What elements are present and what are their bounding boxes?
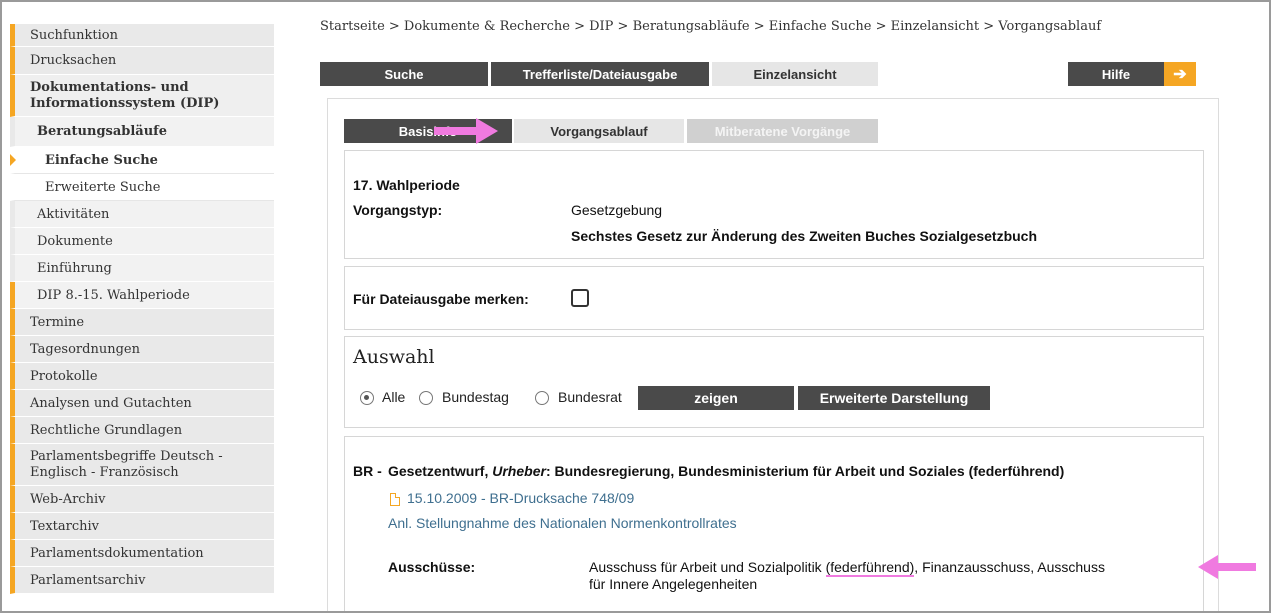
sidebar-item-erweiterte-suche[interactable]: Erweiterte Suche	[10, 174, 274, 201]
breadcrumb[interactable]: Startseite > Dokumente & Recherche > DIP…	[320, 19, 1101, 34]
sidebar-nav: Suchfunktion Drucksachen Dokumentations-…	[10, 24, 274, 594]
sidebar-item-analysen[interactable]: Analysen und Gutachten	[10, 390, 274, 417]
tab-hilfe[interactable]: Hilfe	[1068, 62, 1164, 86]
tab-mitberatene-vorgaenge: Mitberatene Vorgänge	[687, 119, 878, 143]
sidebar-item-label: Einfache Suche	[45, 152, 158, 168]
entry-text-a: Gesetzentwurf,	[388, 463, 489, 479]
sidebar-item-label: Analysen und Gutachten	[30, 395, 192, 411]
sidebar-item-label: Suchfunktion	[30, 27, 118, 43]
sidebar-item-label: Drucksachen	[30, 53, 117, 68]
tab-vorgangsablauf[interactable]: Vorgangsablauf	[514, 119, 684, 143]
entry-heading: Gesetzentwurf, Urheber: Bundesregierung,…	[388, 463, 1064, 479]
sidebar-item-label: DIP 8.-15. Wahlperiode	[37, 287, 190, 303]
entry-urheber: Urheber	[492, 463, 546, 479]
sidebar-item-label: Einführung	[37, 260, 112, 276]
federfuehrend-mark: (federführend)	[825, 559, 915, 577]
sidebar-item-einfuehrung[interactable]: Einführung	[10, 255, 274, 282]
radio-alle[interactable]	[360, 391, 374, 405]
radio-bundestag[interactable]	[419, 391, 433, 405]
sidebar-item-label: Beratungsabläufe	[37, 124, 168, 139]
tab-suche[interactable]: Suche	[320, 62, 488, 86]
ausschuesse-line-2: für Innere Angelegenheiten	[589, 576, 758, 592]
sidebar-item-label: Web-Archiv	[30, 491, 106, 507]
tab-trefferliste[interactable]: Trefferliste/Dateiausgabe	[491, 62, 709, 86]
sidebar-item-textarchiv[interactable]: Textarchiv	[10, 513, 274, 540]
entry-prefix: BR -	[353, 463, 382, 479]
sidebar-item-label: Parlamentsdokumentation	[30, 545, 204, 561]
sidebar-item-label: Protokolle	[30, 368, 98, 384]
vorgang-title: Sechstes Gesetz zur Änderung des Zweiten…	[571, 228, 1038, 244]
sidebar-item-aktivitaeten[interactable]: Aktivitäten	[10, 201, 274, 228]
sidebar-item-label: Parlamentsbegriffe Deutsch - Englisch - …	[30, 448, 223, 480]
auswahl-heading: Auswahl	[353, 346, 435, 368]
ausschuss-rest: , Finanzausschuss, Ausschuss	[914, 559, 1105, 575]
sidebar-item-drucksachen[interactable]: Drucksachen	[10, 47, 274, 75]
sidebar-item-dip-8-15[interactable]: DIP 8.-15. Wahlperiode	[10, 282, 274, 309]
merken-checkbox[interactable]	[571, 289, 589, 307]
document-icon	[390, 493, 400, 506]
sidebar-item-tagesordnungen[interactable]: Tagesordnungen	[10, 336, 274, 363]
sidebar-item-label: Textarchiv	[30, 518, 100, 534]
sidebar-item-parlamentsbegriffe[interactable]: Parlamentsbegriffe Deutsch - Englisch - …	[10, 444, 274, 486]
radio-bundesrat-label: Bundesrat	[558, 389, 622, 405]
sidebar-item-label: Tagesordnungen	[30, 341, 140, 357]
sidebar-item-termine[interactable]: Termine	[10, 309, 274, 336]
tab-einzelansicht[interactable]: Einzelansicht	[712, 62, 878, 86]
arrow-right-icon[interactable]: ➔	[1164, 62, 1196, 86]
sidebar-item-label: Termine	[30, 314, 85, 330]
annotation-arrow-icon	[434, 118, 498, 144]
ausschuss-arbeit: Ausschuss für Arbeit und Sozialpolitik	[589, 559, 826, 575]
ausschuesse-line-1: Ausschuss für Arbeit und Sozialpolitik (…	[589, 559, 1105, 577]
sidebar-item-dokumente[interactable]: Dokumente	[10, 228, 274, 255]
zeigen-button[interactable]: zeigen	[638, 386, 794, 410]
sidebar-item-label: Dokumentations- und Informationssystem (…	[30, 79, 220, 111]
vorgangstyp-label: Vorgangstyp:	[353, 202, 443, 218]
sidebar-item-parlamentsdokumentation[interactable]: Parlamentsdokumentation	[10, 540, 274, 567]
entry-text-b: : Bundesregierung, Bundesministerium für…	[545, 463, 1065, 479]
sidebar-item-label: Rechtliche Grundlagen	[30, 422, 183, 438]
radio-bundesrat[interactable]	[535, 391, 549, 405]
sidebar-item-dip[interactable]: Dokumentations- und Informationssystem (…	[10, 75, 274, 117]
drucksache-link[interactable]: 15.10.2009 - BR-Drucksache 748/09	[407, 490, 634, 506]
ausschuesse-label: Ausschüsse:	[388, 559, 476, 575]
auswahl-box	[344, 336, 1204, 428]
sidebar-item-label: Aktivitäten	[37, 206, 110, 222]
sidebar-item-parlamentsarchiv[interactable]: Parlamentsarchiv	[10, 567, 274, 594]
browser-frame: Suchfunktion Drucksachen Dokumentations-…	[0, 0, 1271, 613]
sidebar-item-protokolle[interactable]: Protokolle	[10, 363, 274, 390]
sidebar-item-label: Parlamentsarchiv	[30, 572, 146, 588]
annotation-arrow-left-icon	[1198, 555, 1256, 579]
merken-label: Für Dateiausgabe merken:	[353, 291, 529, 307]
stellungnahme-link[interactable]: Anl. Stellungnahme des Nationalen Normen…	[388, 515, 737, 531]
wahlperiode-label: 17. Wahlperiode	[353, 177, 460, 193]
vorgangstyp-value: Gesetzgebung	[571, 202, 663, 218]
sidebar-item-rechtliche-grundlagen[interactable]: Rechtliche Grundlagen	[10, 417, 274, 444]
sidebar-item-label: Erweiterte Suche	[45, 179, 161, 195]
sidebar-item-label: Dokumente	[37, 233, 113, 249]
erweiterte-darstellung-button[interactable]: Erweiterte Darstellung	[798, 386, 990, 410]
sidebar-item-web-archiv[interactable]: Web-Archiv	[10, 486, 274, 513]
sidebar-item-suchfunktion[interactable]: Suchfunktion	[10, 24, 274, 47]
sidebar-item-beratungsablaeufe[interactable]: Beratungsabläufe	[10, 117, 274, 147]
radio-alle-label: Alle	[382, 389, 406, 405]
radio-bundestag-label: Bundestag	[442, 389, 509, 405]
sidebar-item-einfache-suche[interactable]: Einfache Suche	[10, 147, 274, 174]
